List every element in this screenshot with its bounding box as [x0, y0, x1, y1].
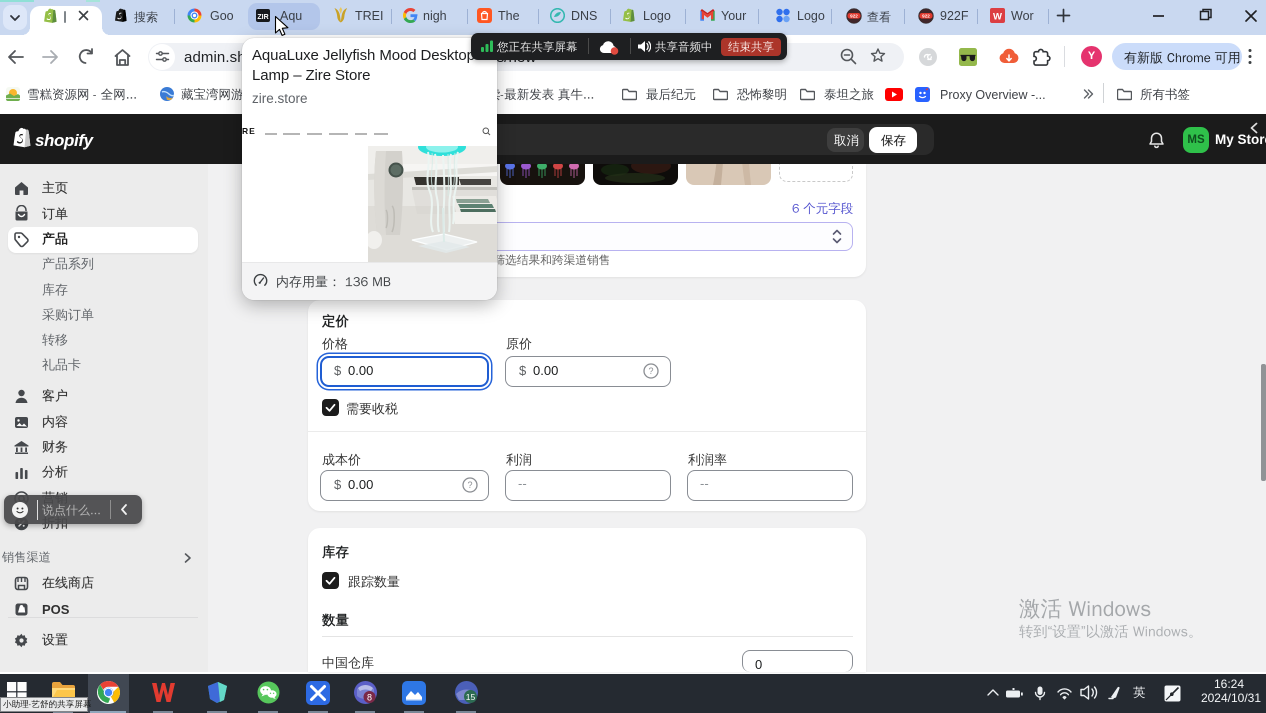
svg-text:922: 922 — [922, 14, 930, 19]
svg-text:8: 8 — [367, 693, 372, 703]
svg-text:?: ? — [467, 480, 472, 490]
svg-text:?: ? — [648, 366, 653, 376]
svg-text:15: 15 — [466, 692, 476, 702]
svg-text:W: W — [993, 12, 1002, 23]
svg-text:ZIR: ZIR — [257, 14, 268, 21]
svg-text:922: 922 — [850, 14, 858, 19]
